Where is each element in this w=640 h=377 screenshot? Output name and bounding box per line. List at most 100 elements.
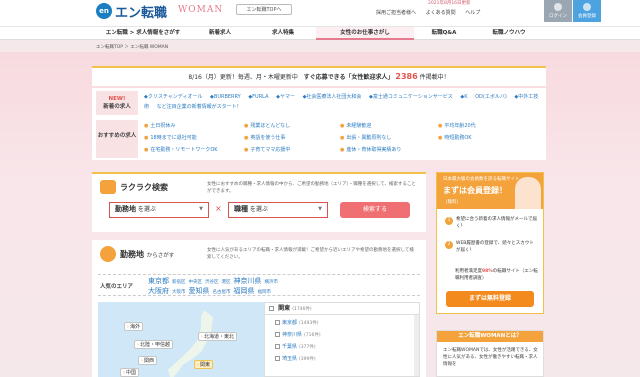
popular-area-link[interactable]: 大阪府: [148, 287, 169, 295]
pref-name: 千葉県: [282, 344, 298, 350]
popular-area-link[interactable]: 名古屋市: [213, 290, 231, 295]
pref-item[interactable]: 千葉県 (377件): [275, 343, 316, 350]
member-benefit-text: WEB履歴書の登録で、続々とスカウトが届く！: [456, 241, 534, 253]
popular-areas-label: 人気のエリア: [100, 284, 134, 290]
region-kanto[interactable]: 関東: [194, 360, 214, 369]
about-text: エン転職WOMANでは、女性が活躍できる、女性に人気がある、女性が働きやすい転職…: [443, 348, 538, 367]
update-bar: 8/16（月）更新！毎週、月・木曜更新中 すぐ応募できる「女性歓迎求人」 238…: [92, 66, 546, 86]
nav-search-jobs[interactable]: エン転職 > 求人情報をさがす: [96, 27, 190, 40]
pick-item[interactable]: 平均年齢20代: [438, 122, 475, 129]
nav-women-jobs[interactable]: 女性のお仕事さがし: [316, 27, 414, 40]
popular-area-link[interactable]: 福岡市: [258, 290, 272, 295]
pref-name: 埼玉県: [282, 356, 298, 362]
new-job-link[interactable]: ◆K: [460, 94, 467, 100]
popular-area-link[interactable]: 横浜市: [265, 280, 279, 285]
job-select-placeholder: を選ぶ: [249, 206, 268, 213]
logo-woman[interactable]: WOMAN: [178, 5, 223, 15]
member-banner-small: 日本最大級の会員数を誇る転職サイト: [443, 177, 520, 182]
scrollbar[interactable]: [414, 315, 419, 376]
site-header: en エン転職 WOMAN エン転職TOPへ 2021年8月16日更新 採用ご担…: [0, 0, 640, 26]
logo-text[interactable]: エン転職: [115, 2, 167, 21]
pick-item[interactable]: 子育てママ応援中: [244, 146, 290, 153]
register-icon: [583, 3, 591, 11]
help-link[interactable]: ヘルプ: [465, 10, 480, 16]
user-icon: [554, 3, 562, 11]
popular-area-link[interactable]: 大阪市: [172, 290, 186, 295]
register-button[interactable]: 会員登録: [573, 0, 601, 22]
pick-item[interactable]: 産休・育休取得実績あり: [340, 146, 401, 153]
region-chugoku[interactable]: 中国: [120, 368, 140, 377]
region-hokkaido-tohoku[interactable]: 北海道・東北: [198, 332, 238, 341]
area-select[interactable]: 勤務地 を選ぶ ▼: [109, 202, 209, 218]
checkbox[interactable]: [275, 344, 280, 349]
pick-item[interactable]: 時短勤務OK: [438, 134, 471, 141]
new-job-link[interactable]: ◆社会医療法人社団大和会: [303, 94, 362, 100]
popular-area-link[interactable]: 神奈川県: [234, 277, 262, 285]
login-button[interactable]: ログイン: [544, 0, 572, 22]
free-register-label: まずは無料登録: [468, 295, 511, 302]
new-job-link[interactable]: ◆クリスチャンディオール: [144, 94, 202, 100]
member-note-b: 98%: [482, 269, 493, 274]
nav-new-jobs[interactable]: 新着求人: [190, 27, 250, 40]
pref-count: (1493件): [299, 321, 319, 326]
job-select[interactable]: 職種 を選ぶ ▼: [228, 202, 328, 218]
new-job-link[interactable]: ◆FURLA: [248, 94, 268, 100]
checkbox[interactable]: [275, 332, 280, 337]
pick-item[interactable]: 出張・異動原則なし: [340, 134, 391, 141]
nav-knowhow[interactable]: 転職ノウハウ: [474, 27, 544, 40]
new-jobs-label-text: 新着の求人: [103, 104, 131, 110]
breadcrumb[interactable]: エン転職TOP ＞ エン転職 WOMAN: [96, 44, 168, 50]
popular-area-link[interactable]: 港区: [222, 280, 231, 285]
pref-item[interactable]: 埼玉県 (399件): [275, 355, 316, 362]
pref-item[interactable]: 東京都 (1493件): [275, 319, 318, 326]
region-hokuriku[interactable]: 北陸・甲信越: [134, 340, 174, 349]
new-job-link[interactable]: ◆BURBERRY: [210, 94, 241, 100]
pick-item[interactable]: 18時までに退社可能: [144, 134, 196, 141]
checkbox[interactable]: [275, 356, 280, 361]
about-box: エン転職WOMANとは？ エン転職WOMANでは、女性が活躍できる、女性に人気が…: [436, 330, 544, 377]
popular-area-link[interactable]: 福岡県: [234, 287, 255, 295]
faq-link[interactable]: よくある質問: [426, 10, 456, 16]
member-banner-header: 日本最大級の会員数を誇る転職サイト まずは会員登録！ （無料）: [437, 173, 543, 209]
recruiter-link[interactable]: 採用ご担当者様へ: [376, 10, 416, 16]
new-jobs-links: ◆クリスチャンディオール ◆BURBERRY ◆FURLA ◆ヤマー ◆社会医療…: [144, 92, 540, 112]
top-link-button[interactable]: エン転職TOPへ: [236, 4, 292, 15]
popular-area-link[interactable]: 東京都: [148, 277, 169, 285]
pref-item[interactable]: 神奈川県 (716件): [275, 331, 321, 338]
region-overseas[interactable]: 海外: [124, 322, 144, 331]
new-jobs-label: NEW! 新着の求人: [96, 91, 138, 115]
pick-item[interactable]: 残業ほとんどなし: [244, 122, 290, 129]
popular-area-link[interactable]: 渋谷区: [205, 280, 219, 285]
logo-mark[interactable]: en: [96, 3, 112, 19]
free-register-button[interactable]: まずは無料登録: [446, 291, 534, 307]
pick-item[interactable]: 未経験歓迎: [340, 122, 371, 129]
search-button[interactable]: 検索する: [340, 202, 410, 218]
popular-area-link[interactable]: 新宿区: [172, 280, 186, 285]
new-job-link[interactable]: ◆ヤマー: [276, 94, 295, 100]
pick-item[interactable]: 土日祝休み: [144, 122, 175, 129]
new-jobs-note[interactable]: など注目企業の新着情報がスタート！: [157, 104, 242, 110]
new-job-link[interactable]: ◆富士通コミュニケーションサービス: [369, 94, 453, 100]
checkbox[interactable]: [275, 320, 280, 325]
nav-features[interactable]: 求人特集: [250, 27, 316, 40]
new-job-link[interactable]: OD(エボルバ): [475, 94, 507, 100]
pref-count: (716件): [304, 333, 321, 338]
region-kansai[interactable]: 関西: [138, 356, 158, 365]
pick-item[interactable]: 在宅勤務・リモートワークOK: [144, 146, 217, 153]
pick-item[interactable]: 英語を使う仕事: [244, 134, 285, 141]
member-benefit-text: 希望に合う新着の求人情報がメールで届く！: [456, 217, 537, 229]
prefecture-panel-head[interactable]: 関東 (1746件): [265, 303, 419, 315]
nav-qa[interactable]: 転職Q&A: [414, 27, 474, 40]
area-search-title-main: 勤務地: [120, 250, 144, 259]
new-badge: NEW!: [108, 96, 126, 102]
area-search-box: 勤務地 からさがす 女性に人気があるエリアの転職・求人情報が満載！ご希望から近い…: [92, 240, 426, 377]
popular-area-link[interactable]: 愛知県: [189, 287, 210, 295]
woman-illustration: [515, 177, 541, 209]
about-title: エン転職WOMANとは？: [437, 331, 543, 342]
checkbox[interactable]: [269, 306, 274, 311]
easy-search-box: ラクラク検索 女性におすすめの職種・求人情報の中から、ご希望の勤務地（エリア）・…: [92, 172, 426, 232]
popular-area-link[interactable]: 中央区: [189, 280, 203, 285]
chevron-down-icon: ▼: [318, 206, 322, 212]
popular-areas: 人気のエリア 東京都 新宿区 中央区 渋谷区 港区 神奈川県 横浜市大阪府 大阪市 愛知県 名古屋…: [98, 274, 420, 296]
kanto-count: (1746件): [292, 307, 312, 312]
